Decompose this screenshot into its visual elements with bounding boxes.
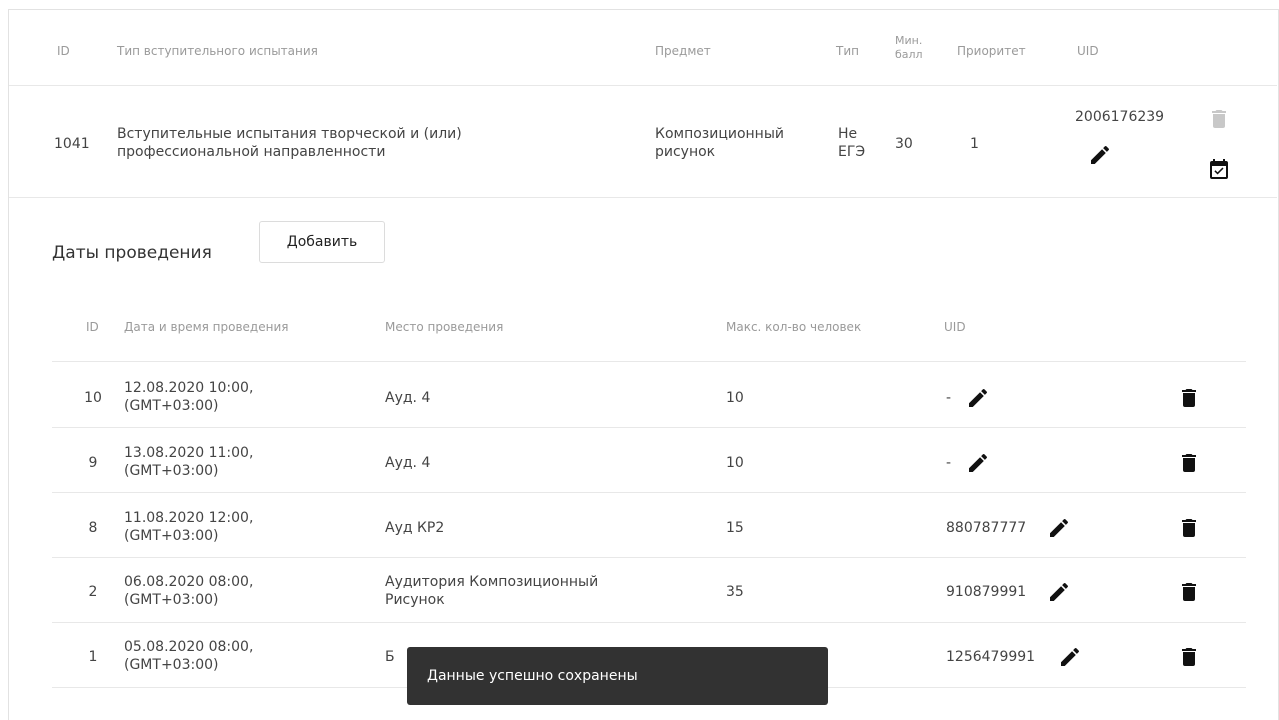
date-row-datetime: 06.08.2020 08:00, (GMT+03:00): [124, 573, 253, 609]
date-row-id: 2: [88, 584, 98, 600]
date-row-datetime: 13.08.2020 11:00, (GMT+03:00): [124, 444, 253, 480]
date-row-tz: (GMT+03:00): [124, 592, 219, 608]
date-row-datetime: 12.08.2020 10:00, (GMT+03:00): [124, 379, 253, 415]
row-id: 1041: [54, 136, 90, 152]
date-row-datetime: 11.08.2020 12:00, (GMT+03:00): [124, 509, 253, 545]
date-row-max-people: 35: [726, 584, 744, 600]
date-row-tz: (GMT+03:00): [124, 657, 219, 673]
pencil-icon[interactable]: [1047, 516, 1071, 540]
date-row-date: 12.08.2020 10:00,: [124, 380, 254, 396]
divider: [52, 557, 1246, 558]
header-uid: UID: [1077, 44, 1099, 58]
add-date-button[interactable]: Добавить: [259, 221, 385, 263]
date-row-max-people: 15: [726, 520, 744, 536]
row-exam-type-line2: профессиональной направленности: [117, 144, 386, 160]
header-exam-type: Тип вступительного испытания: [117, 44, 318, 58]
header-min-score: Мин. балл: [895, 34, 923, 62]
divider: [52, 361, 1246, 362]
date-row-datetime: 05.08.2020 08:00, (GMT+03:00): [124, 638, 253, 674]
trash-icon[interactable]: [1177, 516, 1201, 540]
dates-section-title: Даты проведения: [52, 243, 212, 263]
trash-icon[interactable]: [1177, 386, 1201, 410]
date-row-place-line1: Аудитория Композиционный: [385, 574, 599, 590]
date-row-max-people: 10: [726, 455, 744, 471]
date-row-uid: 880787777: [946, 520, 1027, 536]
row-kind: Не ЕГЭ: [838, 125, 865, 161]
date-row-id: 1: [88, 649, 98, 665]
divider: [52, 622, 1246, 623]
header-priority: Приоритет: [957, 44, 1026, 58]
dates-header-datetime: Дата и время проведения: [124, 320, 289, 334]
row-subject: Композиционный рисунок: [655, 125, 784, 161]
row-exam-type-line1: Вступительные испытания творческой и (ил…: [117, 126, 462, 142]
date-row-date: 05.08.2020 08:00,: [124, 639, 254, 655]
trash-icon[interactable]: [1207, 107, 1231, 131]
date-row-place: Ауд. 4: [385, 390, 431, 406]
date-row-id: 9: [88, 455, 98, 471]
date-row-uid: -: [946, 390, 952, 406]
header-kind: Тип: [836, 44, 859, 58]
date-row-max-people: 10: [726, 390, 744, 406]
row-kind-line1: Не: [838, 126, 858, 142]
pencil-icon[interactable]: [1047, 580, 1071, 604]
dates-header-uid: UID: [944, 320, 966, 334]
header-min-score-line1: Мин.: [895, 34, 923, 47]
divider: [9, 197, 1277, 198]
calendar-check-icon[interactable]: [1207, 158, 1231, 182]
row-uid: 2006176239: [1075, 109, 1165, 125]
row-subject-line1: Композиционный: [655, 126, 784, 142]
date-row-tz: (GMT+03:00): [124, 398, 219, 414]
date-row-tz: (GMT+03:00): [124, 463, 219, 479]
header-min-score-line2: балл: [895, 48, 923, 61]
pencil-icon[interactable]: [1088, 143, 1112, 167]
dates-header-id: ID: [86, 320, 99, 334]
dates-header-place: Место проведения: [385, 320, 504, 334]
dates-header-max-people: Макс. кол-во человек: [726, 320, 862, 334]
date-row-date: 11.08.2020 12:00,: [124, 510, 254, 526]
divider: [9, 85, 1277, 86]
success-toast: Данные успешно сохранены: [407, 647, 828, 705]
date-row-tz: (GMT+03:00): [124, 528, 219, 544]
date-row-place-line2: Рисунок: [385, 592, 445, 608]
date-row-uid: 1256479991: [946, 649, 1036, 665]
trash-icon[interactable]: [1177, 451, 1201, 475]
date-row-id: 10: [84, 390, 102, 406]
pencil-icon[interactable]: [966, 386, 990, 410]
date-row-date: 13.08.2020 11:00,: [124, 445, 254, 461]
header-subject: Предмет: [655, 44, 711, 58]
date-row-uid: 910879991: [946, 584, 1027, 600]
date-row-place: Аудитория Композиционный Рисунок: [385, 573, 598, 609]
pencil-icon[interactable]: [966, 451, 990, 475]
header-id: ID: [57, 44, 70, 58]
trash-icon[interactable]: [1177, 580, 1201, 604]
date-row-place: Ауд КР2: [385, 520, 445, 536]
date-row-place: Ауд. 4: [385, 455, 431, 471]
trash-icon[interactable]: [1177, 645, 1201, 669]
date-row-date: 06.08.2020 08:00,: [124, 574, 254, 590]
date-row-uid: -: [946, 455, 952, 471]
date-row-place: Б: [385, 649, 395, 665]
row-min-score: 30: [895, 136, 913, 152]
divider: [52, 427, 1246, 428]
row-priority: 1: [970, 136, 979, 152]
row-exam-type: Вступительные испытания творческой и (ил…: [117, 125, 462, 161]
pencil-icon[interactable]: [1058, 645, 1082, 669]
date-row-id: 8: [88, 520, 98, 536]
divider: [52, 492, 1246, 493]
row-subject-line2: рисунок: [655, 144, 716, 160]
row-kind-line2: ЕГЭ: [838, 144, 866, 160]
